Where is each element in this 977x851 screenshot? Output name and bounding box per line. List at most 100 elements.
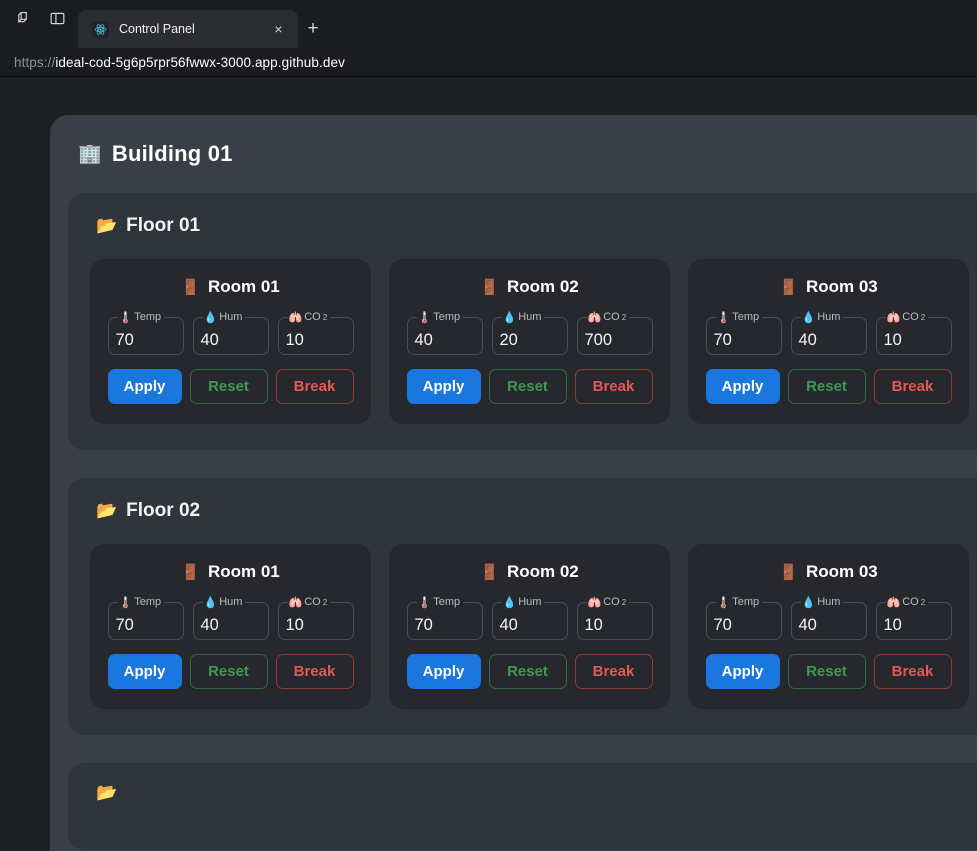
- door-emoji: 🚪: [480, 562, 499, 581]
- sidebar-toggle-icon[interactable]: [46, 7, 68, 29]
- metric-label: Hum: [817, 311, 841, 323]
- metric-field-temp[interactable]: 🌡️ Temp 70: [107, 310, 184, 355]
- thermometer-emoji: 🌡️: [417, 595, 432, 609]
- metric-value-input[interactable]: 10: [286, 616, 304, 636]
- reset-button[interactable]: Reset: [189, 369, 268, 404]
- metric-field-hum[interactable]: 💧 Hum 40: [790, 311, 867, 355]
- new-tab-icon[interactable]: +: [298, 10, 328, 48]
- metric-label: CO: [902, 311, 919, 323]
- copilot-cube-icon[interactable]: [12, 7, 34, 29]
- break-button[interactable]: Break: [275, 654, 354, 689]
- metric-legend: 💧 Hum: [203, 311, 246, 323]
- thermometer-emoji: 🌡️: [118, 310, 133, 324]
- apply-button[interactable]: Apply: [705, 369, 780, 404]
- lungs-emoji: 🫁: [288, 595, 303, 609]
- metrics-row: 🌡️ Temp 70 💧 Hum 40 🫁 CO 2 10: [704, 596, 953, 640]
- close-icon[interactable]: ×: [269, 20, 288, 39]
- metric-label: Temp: [433, 311, 461, 323]
- building-title: 🏢 Building 01: [50, 141, 977, 167]
- metrics-row: 🌡️ Temp 40 💧 Hum 20 🫁 CO 2 700: [405, 311, 654, 355]
- metric-legend: 🫁 CO 2: [288, 596, 331, 608]
- metric-value-input[interactable]: 40: [201, 331, 219, 351]
- actions-row: Apply Reset Break: [405, 654, 654, 689]
- metric-field-temp[interactable]: 🌡️ Temp 40: [406, 311, 483, 355]
- reset-button[interactable]: Reset: [488, 369, 567, 404]
- apply-button[interactable]: Apply: [107, 654, 182, 689]
- metric-label: Hum: [518, 311, 542, 323]
- metric-legend: 🫁 CO 2: [288, 311, 331, 323]
- url-text: https://ideal-cod-5g6p5rpr56fwwx-3000.ap…: [14, 55, 345, 70]
- react-favicon: [92, 20, 109, 38]
- chrome-left-icons: [0, 0, 78, 48]
- metric-label: Hum: [817, 596, 841, 608]
- reset-button[interactable]: Reset: [488, 654, 567, 689]
- break-button[interactable]: Break: [873, 369, 952, 404]
- reset-button[interactable]: Reset: [787, 654, 866, 689]
- browser-tab-control-panel[interactable]: Control Panel ×: [78, 10, 298, 48]
- metric-label: Temp: [134, 596, 162, 608]
- apply-button[interactable]: Apply: [705, 654, 780, 689]
- metric-label-subscript: 2: [920, 597, 926, 607]
- metric-field-hum[interactable]: 💧 Hum 20: [491, 311, 568, 355]
- metric-field-co[interactable]: 🫁 CO 2 10: [277, 311, 354, 355]
- open-folder-emoji: 📂: [96, 783, 118, 803]
- metric-label: CO: [304, 596, 321, 608]
- metric-field-hum[interactable]: 💧 Hum 40: [491, 596, 568, 640]
- apply-button[interactable]: Apply: [107, 369, 182, 404]
- metric-value-input[interactable]: 70: [116, 331, 134, 351]
- break-button[interactable]: Break: [275, 369, 354, 404]
- metric-value-input[interactable]: 70: [415, 616, 433, 636]
- room-row: 🚪 Room 01 🌡️ Temp 70 💧 Hum 40 🫁 CO 2 10 Apply Reset Br…: [68, 544, 977, 709]
- metric-field-co[interactable]: 🫁 CO 2 700: [576, 311, 653, 355]
- metric-field-co[interactable]: 🫁 CO 2 10: [576, 596, 653, 640]
- metric-value-input[interactable]: 10: [884, 331, 902, 351]
- metric-value-input[interactable]: 10: [585, 616, 603, 636]
- metric-field-co[interactable]: 🫁 CO 2 10: [277, 596, 354, 640]
- metric-field-temp[interactable]: 🌡️ Temp 70: [705, 596, 782, 640]
- metric-value-input[interactable]: 40: [799, 331, 817, 351]
- metric-field-hum[interactable]: 💧 Hum 40: [192, 311, 269, 355]
- metric-legend: 🌡️ Temp: [716, 596, 763, 608]
- metric-field-hum[interactable]: 💧 Hum 40: [192, 596, 269, 640]
- room-title: 🚪 Room 01: [181, 277, 279, 297]
- room-title: 🚪 Room 03: [779, 562, 877, 582]
- metric-legend: 🫁 CO 2: [587, 596, 630, 608]
- metric-field-co[interactable]: 🫁 CO 2 10: [875, 596, 952, 640]
- metric-legend: 💧 Hum: [502, 596, 545, 608]
- building-title-text: Building 01: [111, 141, 233, 166]
- thermometer-emoji: 🌡️: [417, 310, 432, 324]
- url-bar[interactable]: https://ideal-cod-5g6p5rpr56fwwx-3000.ap…: [0, 48, 977, 77]
- room-title-text: Room 03: [805, 277, 878, 296]
- break-button[interactable]: Break: [574, 654, 653, 689]
- metric-value-input[interactable]: 10: [884, 616, 902, 636]
- metric-value-input[interactable]: 70: [116, 616, 134, 636]
- metric-value-input[interactable]: 70: [714, 616, 732, 636]
- metric-field-co[interactable]: 🫁 CO 2 10: [875, 310, 952, 355]
- break-button[interactable]: Break: [873, 654, 952, 689]
- apply-button[interactable]: Apply: [406, 654, 481, 689]
- apply-button[interactable]: Apply: [406, 369, 481, 404]
- metric-value-input[interactable]: 40: [500, 616, 518, 636]
- lungs-emoji: 🫁: [886, 310, 901, 324]
- metric-value-input[interactable]: 10: [286, 331, 304, 351]
- metric-field-hum[interactable]: 💧 Hum 40: [790, 596, 867, 640]
- reset-button[interactable]: Reset: [787, 369, 866, 404]
- metric-label-subscript: 2: [621, 597, 627, 607]
- metric-legend: 🌡️ Temp: [716, 311, 763, 323]
- metric-value-input[interactable]: 700: [585, 331, 613, 351]
- reset-button[interactable]: Reset: [189, 654, 268, 689]
- metric-field-temp[interactable]: 🌡️ Temp 70: [705, 311, 782, 355]
- metric-value-input[interactable]: 20: [500, 331, 518, 351]
- metric-value-input[interactable]: 40: [799, 616, 817, 636]
- metric-field-temp[interactable]: 🌡️ Temp 70: [406, 595, 483, 640]
- metric-value-input[interactable]: 70: [714, 331, 732, 351]
- metric-legend: 🌡️ Temp: [417, 311, 464, 323]
- metric-value-input[interactable]: 40: [201, 616, 219, 636]
- metric-label: Temp: [732, 596, 760, 608]
- metric-legend: 💧 Hum: [801, 596, 844, 608]
- metric-field-temp[interactable]: 🌡️ Temp 70: [107, 596, 184, 640]
- break-button[interactable]: Break: [574, 369, 653, 404]
- room-card: 🚪 Room 02 🌡️ Temp 70 💧 Hum 40 🫁 CO 2 10 Apply Reset Br…: [389, 544, 670, 709]
- floor-title: 📂 Floor 02: [68, 500, 977, 522]
- metric-value-input[interactable]: 40: [415, 331, 433, 351]
